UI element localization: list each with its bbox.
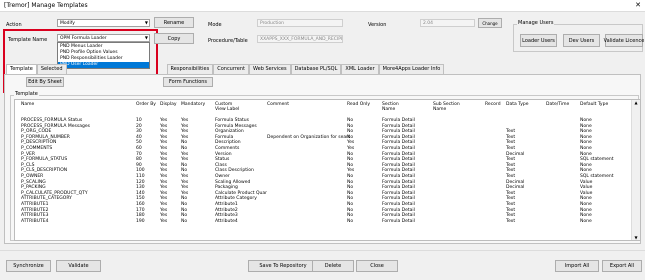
procedure-field: XXAPPS_XXX_FORMULA_AND_RECIPE.PROCESS (257, 35, 343, 43)
validate-licence-button[interactable]: Validate Licence (604, 34, 644, 47)
vertical-scrollbar[interactable]: ▲ ▼ (631, 100, 640, 240)
synchronize-button[interactable]: Synchronize (6, 260, 51, 272)
version-field: 2.04 (420, 19, 475, 27)
save-to-repository-button[interactable]: Save To Repository (248, 260, 318, 272)
tab-xml-loader[interactable]: XML Loader (341, 64, 379, 74)
action-select[interactable]: Modify ▼ (57, 19, 150, 27)
chevron-down-icon: ▼ (144, 35, 148, 40)
table-cell: Text (506, 218, 516, 224)
close-icon[interactable]: ✕ (635, 1, 641, 9)
import-all-button[interactable]: Import All (555, 260, 599, 272)
table-cell: ATTRIBUTE4 (21, 218, 49, 224)
action-value: Modify (60, 20, 75, 26)
form-functions-button[interactable]: Form Functions (163, 77, 213, 87)
table-cell: No (181, 218, 188, 224)
mode-field: Production (257, 19, 343, 27)
mode-label: Mode (208, 22, 222, 28)
tab-selected[interactable]: Selected (36, 64, 67, 74)
scroll-up-icon[interactable]: ▲ (632, 100, 640, 105)
version-label: Version (368, 22, 387, 28)
scroll-down-icon[interactable]: ▼ (632, 235, 640, 240)
table-cell: Attribute4 (215, 218, 238, 224)
tab-template[interactable]: Template (6, 64, 37, 74)
tab-database-pl-sql[interactable]: Database PL/SQL (290, 64, 342, 74)
procedure-label: Procedure/Table (208, 38, 248, 44)
table-row[interactable]: ATTRIBUTE4 190 Yes No Attribute4 No Formula De… (15, 219, 630, 225)
window-title: [Tremor] Manage Templates (4, 2, 88, 9)
validate-button[interactable]: Validate (56, 260, 101, 272)
column-header[interactable]: Display (160, 102, 177, 107)
column-header[interactable]: Record (485, 102, 501, 107)
tab-concurrent[interactable]: Concurrent (213, 64, 249, 74)
table-cell: Formula Detail (382, 218, 415, 224)
table-cell: Yes (160, 218, 168, 224)
column-header[interactable]: Order By (136, 102, 156, 107)
column-header[interactable]: Mandatory (181, 102, 205, 107)
edit-by-sheet-button[interactable]: Edit By Sheet (26, 77, 64, 87)
column-header[interactable]: Data Type (506, 102, 529, 107)
close-button[interactable]: Close (356, 260, 398, 272)
table-cell: No (347, 218, 354, 224)
column-header[interactable]: Default Type (580, 102, 608, 107)
table-cell: 190 (136, 218, 145, 224)
change-button[interactable]: Change (478, 18, 502, 28)
column-header[interactable]: Read Only (347, 102, 370, 107)
action-label: Action (6, 22, 22, 28)
delete-button[interactable]: Delete (312, 260, 354, 272)
template-name-value: OPM Formula Loader (60, 35, 107, 41)
column-header[interactable]: Comment (267, 102, 289, 107)
template-name-label: Template Name (8, 37, 48, 43)
template-grid[interactable]: Name Order By Display Mandatory Custom View … (14, 99, 641, 241)
grid-header: Name Order By Display Mandatory Custom View … (15, 100, 630, 116)
chevron-down-icon: ▼ (144, 20, 148, 25)
tab-bar: Template Selected Responsibilities Concurre… (6, 64, 445, 74)
tab-more4apps-loader-info[interactable]: More4Apps Loader Info (378, 64, 445, 74)
tab-responsibilities[interactable]: Responsibilities (166, 64, 214, 74)
column-header[interactable]: Custom View Label (215, 102, 239, 112)
dev-users-button[interactable]: Dev Users (563, 34, 600, 47)
copy-button[interactable]: Copy (154, 33, 194, 44)
template-group-title: Template (14, 91, 39, 97)
template-name-select[interactable]: OPM Formula Loader ▼ (57, 34, 150, 42)
column-header[interactable]: Section Name (382, 102, 399, 112)
column-header[interactable]: Name (21, 102, 34, 107)
column-header[interactable]: Sub Section Name (433, 102, 460, 112)
title-bar: [Tremor] Manage Templates ✕ (0, 0, 645, 12)
rename-button[interactable]: Rename (154, 17, 194, 28)
table-cell: None (580, 218, 592, 224)
manage-users-title: Manage Users (517, 20, 555, 26)
column-header[interactable]: Date/Time (546, 102, 569, 107)
tab-web-services[interactable]: Web Services (248, 64, 291, 74)
grid-body: PROCESS_FORMULA Status 10 Yes Yes Formula St… (15, 118, 630, 240)
export-all-button[interactable]: Export All (602, 260, 642, 272)
loader-users-button[interactable]: Loader Users (520, 34, 557, 47)
